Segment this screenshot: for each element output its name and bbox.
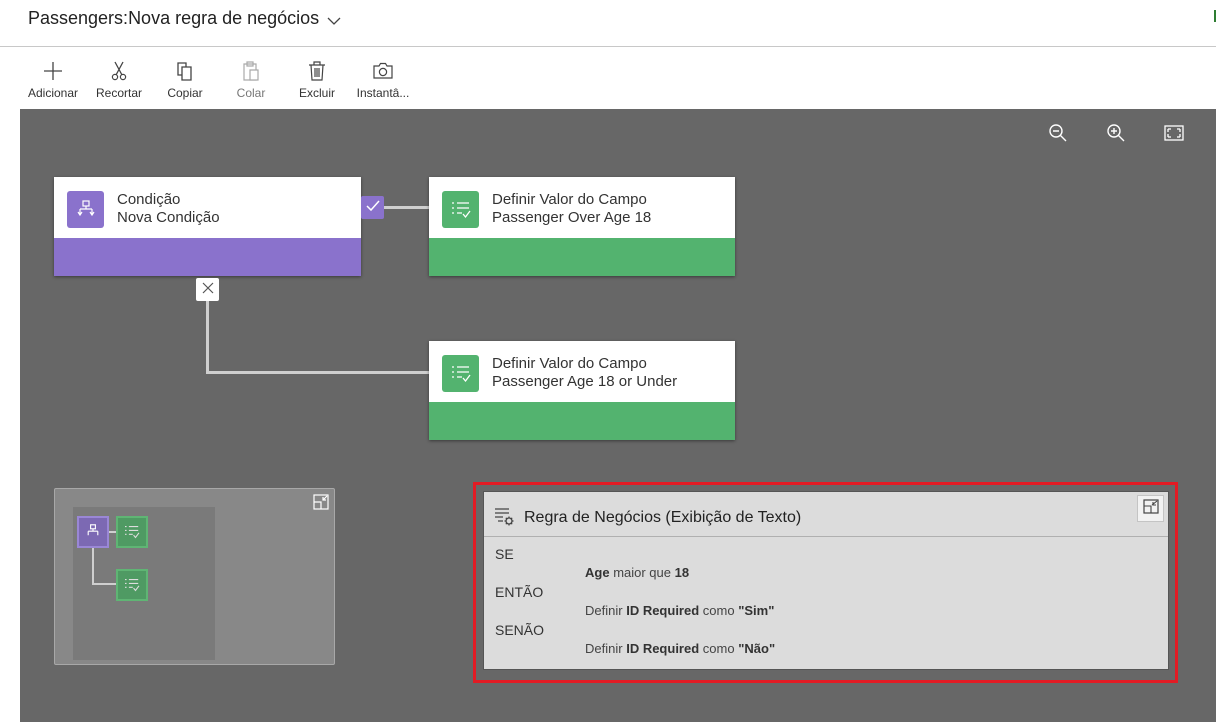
if-operator: maior que [613, 565, 671, 580]
if-keyword: SE [495, 546, 514, 562]
condition-node-name: Nova Condição [117, 209, 220, 226]
false-branch-connector-vertical [206, 300, 209, 374]
false-branch-connector-horizontal [206, 371, 429, 374]
condition-icon [67, 191, 104, 228]
if-statement: Age maior que 18 [585, 565, 689, 580]
collapse-text-view-button[interactable] [1137, 495, 1164, 522]
false-branch-badge[interactable] [196, 278, 219, 301]
else-statement: Definir ID Required como "Não" [585, 641, 775, 656]
snapshot-label: Instantâ... [356, 86, 410, 100]
condition-node-type: Condição [117, 191, 181, 208]
condition-node-bar [54, 238, 361, 276]
fit-to-screen-icon[interactable] [1162, 121, 1186, 145]
then-value: "Sim" [738, 603, 775, 618]
entity-name: Passengers: [28, 8, 129, 28]
minimap-action-node-true [116, 516, 148, 548]
collapse-icon [1142, 498, 1159, 519]
minimap-action-node-false [116, 569, 148, 601]
paste-button[interactable]: Colar [218, 58, 284, 104]
action-true-bar [429, 238, 735, 276]
copy-button[interactable]: Copiar [152, 58, 218, 104]
true-branch-badge[interactable] [361, 196, 384, 219]
snapshot-button[interactable]: Instantâ... [350, 58, 416, 104]
if-field: Age [585, 565, 610, 580]
text-view-title: Regra de Negócios (Exibição de Texto) [524, 509, 802, 526]
zoom-in-icon[interactable] [1104, 121, 1128, 145]
chevron-down-icon[interactable] [327, 12, 341, 26]
else-field: ID Required [626, 641, 700, 656]
then-as: como [702, 603, 735, 618]
then-statement: Definir ID Required como "Sim" [585, 603, 774, 618]
true-branch-connector [383, 206, 429, 209]
minimap-false-connector-v [92, 548, 94, 584]
condition-node[interactable]: Condição Nova Condição [54, 177, 361, 276]
set-field-value-icon [442, 191, 479, 228]
add-button[interactable]: Adicionar [20, 58, 86, 104]
action-true-name: Passenger Over Age 18 [492, 209, 652, 226]
minimap[interactable] [54, 488, 335, 665]
header-bar: Passengers: Nova regra de negócios [0, 0, 1216, 47]
action-false-bar [429, 402, 735, 440]
then-verb: Definir [585, 603, 623, 618]
then-keyword: ENTÃO [495, 584, 544, 600]
zoom-out-icon[interactable] [1046, 121, 1070, 145]
else-value: "Não" [738, 641, 776, 656]
minimap-condition-node [77, 516, 109, 548]
trash-icon [306, 60, 328, 82]
copy-label: Copiar [167, 86, 203, 100]
add-label: Adicionar [27, 86, 79, 100]
else-keyword: SENÃO [495, 622, 545, 638]
cut-label: Recortar [95, 86, 142, 100]
x-icon [202, 281, 214, 299]
paste-label: Colar [236, 86, 266, 100]
set-field-value-icon [442, 355, 479, 392]
action-node-true[interactable]: Definir Valor do Campo Passenger Over Ag… [429, 177, 735, 276]
checkmark-icon [365, 199, 380, 217]
rule-name: Nova regra de negócios [128, 8, 320, 28]
action-node-false[interactable]: Definir Valor do Campo Passenger Age 18 … [429, 341, 735, 440]
minimap-false-connector-h [92, 583, 117, 585]
minimap-collapse-icon[interactable] [313, 494, 329, 510]
action-false-name: Passenger Age 18 or Under [492, 373, 678, 390]
business-rule-text-view: Regra de Negócios (Exibição de Texto) SE… [483, 491, 1169, 670]
scissors-icon [108, 60, 130, 82]
then-field: ID Required [626, 603, 700, 618]
business-rule-icon [494, 507, 516, 527]
plus-icon [42, 60, 64, 82]
if-value: 18 [674, 565, 690, 580]
camera-icon [372, 60, 394, 82]
delete-label: Excluir [298, 86, 335, 100]
command-toolbar: Adicionar Recortar Copiar Colar Excluir … [20, 58, 416, 104]
page-title[interactable]: Passengers: Nova regra de negócios [28, 8, 341, 29]
cut-button[interactable]: Recortar [86, 58, 152, 104]
else-verb: Definir [585, 641, 623, 656]
text-view-header: Regra de Negócios (Exibição de Texto) [484, 492, 1168, 537]
designer-canvas[interactable]: Condição Nova Condição Definir Valor do … [20, 109, 1216, 722]
paste-icon [240, 60, 262, 82]
copy-icon [174, 60, 196, 82]
delete-button[interactable]: Excluir [284, 58, 350, 104]
action-false-type: Definir Valor do Campo [492, 355, 647, 372]
action-true-type: Definir Valor do Campo [492, 191, 647, 208]
else-as: como [702, 641, 735, 656]
